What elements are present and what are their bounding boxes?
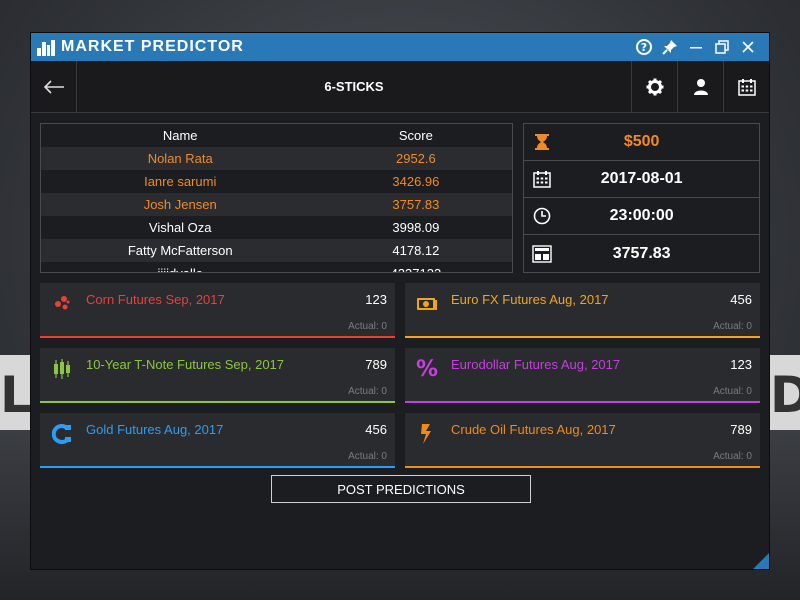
score-row: 3757.83 — [524, 235, 759, 272]
prediction-value[interactable]: 123 — [365, 292, 387, 307]
scoreboard-icon — [524, 244, 560, 263]
player-name: Josh Jensen — [143, 197, 217, 212]
percent-icon: % — [415, 356, 439, 382]
actual-value: Actual: 0 — [348, 321, 387, 332]
actual-value: Actual: 0 — [713, 321, 752, 332]
resize-grip[interactable] — [753, 553, 769, 569]
maximize-icon — [715, 40, 729, 54]
player-score: 3757.83 — [392, 197, 440, 212]
calendar-icon — [737, 78, 756, 96]
app-window: MARKET PREDICTOR ? 6-STICKS Name Score N… — [30, 32, 770, 570]
player-score: 3998.09 — [392, 220, 440, 235]
date-value: 2017-08-01 — [600, 170, 683, 187]
prediction-card-euro-fx[interactable]: Euro FX Futures Aug, 2017 456 Actual: 0 — [405, 283, 760, 338]
prediction-card-gold[interactable]: Gold Futures Aug, 2017 456 Actual: 0 — [40, 413, 395, 468]
prediction-value[interactable]: 123 — [730, 357, 752, 372]
profile-button[interactable] — [677, 61, 723, 112]
table-row[interactable]: Nolan Rata 2952.6 — [41, 147, 513, 170]
chart-logo-icon — [37, 38, 55, 56]
pin-icon — [662, 40, 677, 55]
trophy-icon — [524, 133, 560, 151]
date-row: 2017-08-01 — [524, 161, 759, 198]
pin-button[interactable] — [657, 33, 683, 61]
prediction-card-t-note[interactable]: 10-Year T-Note Futures Sep, 2017 789 Act… — [40, 348, 395, 403]
background-letter-right: D — [770, 366, 800, 424]
card-title: Crude Oil Futures Aug, 2017 — [451, 422, 616, 437]
close-icon — [742, 41, 754, 53]
user-icon — [693, 78, 708, 95]
player-name: Ianre sarumi — [144, 174, 217, 189]
background-letter-left: L — [0, 366, 32, 424]
prize-row: $500 — [524, 124, 759, 161]
post-predictions-button[interactable]: POST PREDICTIONS — [271, 475, 531, 503]
table-row[interactable]: Ianre sarumi 3426.96 — [41, 170, 512, 193]
player-score: 4178.12 — [392, 243, 440, 258]
actual-value: Actual: 0 — [713, 386, 752, 397]
oil-drop-icon — [415, 422, 439, 446]
table-row[interactable]: Vishal Oza 3998.09 — [41, 216, 512, 239]
page-title: 6-STICKS — [324, 79, 384, 94]
player-score: 3426.96 — [392, 174, 440, 189]
back-button[interactable] — [31, 61, 77, 112]
minimize-button[interactable] — [683, 33, 709, 61]
score-value: 3757.83 — [612, 244, 671, 262]
prediction-value[interactable]: 456 — [365, 422, 387, 437]
table-row[interactable]: Josh Jensen 3757.83 — [41, 193, 513, 216]
player-score: 4237133 — [319, 266, 512, 272]
prediction-card-eurodollar[interactable]: % Eurodollar Futures Aug, 2017 123 Actua… — [405, 348, 760, 403]
magnet-icon — [50, 422, 74, 446]
player-score: 2952.6 — [395, 151, 436, 166]
card-title: 10-Year T-Note Futures Sep, 2017 — [86, 357, 285, 372]
actual-value: Actual: 0 — [713, 451, 752, 462]
player-name: jiijdvalle — [41, 266, 319, 272]
back-arrow-icon — [43, 79, 64, 94]
stats-panel: $500 2017-08-01 23:00:00 3757.83 — [523, 123, 760, 273]
player-name: Fatty McFatterson — [127, 243, 233, 258]
card-title: Eurodollar Futures Aug, 2017 — [451, 357, 621, 372]
prediction-value[interactable]: 789 — [365, 357, 387, 372]
candlestick-icon — [50, 357, 74, 381]
cash-icon — [415, 292, 439, 316]
card-title: Corn Futures Sep, 2017 — [86, 292, 225, 307]
window-title: MARKET PREDICTOR — [61, 38, 244, 55]
card-title: Gold Futures Aug, 2017 — [86, 422, 224, 437]
player-name: Nolan Rata — [147, 151, 213, 166]
prediction-value[interactable]: 456 — [730, 292, 752, 307]
player-name: Vishal Oza — [148, 220, 212, 235]
actual-value: Actual: 0 — [348, 386, 387, 397]
clock-icon — [524, 207, 560, 225]
table-row[interactable]: Fatty McFatterson 4178.12 — [41, 239, 513, 262]
calendar-icon — [524, 170, 560, 188]
prediction-card-corn[interactable]: Corn Futures Sep, 2017 123 Actual: 0 — [40, 283, 395, 338]
gear-icon — [646, 78, 663, 95]
prediction-cards: Corn Futures Sep, 2017 123 Actual: 0 Eur… — [31, 273, 769, 468]
toolbar: 6-STICKS — [31, 61, 769, 113]
maximize-button[interactable] — [709, 33, 735, 61]
time-value: 23:00:00 — [609, 207, 674, 224]
table-row[interactable]: jiijdvalle 4237133 — [41, 262, 512, 272]
column-header-score: Score — [398, 128, 433, 143]
help-button[interactable]: ? — [631, 33, 657, 61]
help-icon: ? — [636, 39, 652, 55]
column-header-name: Name — [162, 128, 198, 143]
settings-button[interactable] — [631, 61, 677, 112]
close-button[interactable] — [735, 33, 761, 61]
time-row: 23:00:00 — [524, 198, 759, 235]
calendar-button[interactable] — [723, 61, 769, 112]
actual-value: Actual: 0 — [348, 451, 387, 462]
corn-icon — [50, 292, 74, 316]
card-title: Euro FX Futures Aug, 2017 — [451, 292, 609, 307]
minimize-icon — [690, 47, 702, 49]
prediction-value[interactable]: 789 — [730, 422, 752, 437]
prize-value: $500 — [623, 133, 660, 150]
titlebar[interactable]: MARKET PREDICTOR ? — [31, 33, 769, 61]
leaderboard-table[interactable]: Name Score Nolan Rata 2952.6 Ianre sarum… — [40, 123, 514, 273]
prediction-card-crude-oil[interactable]: Crude Oil Futures Aug, 2017 789 Actual: … — [405, 413, 760, 468]
leaderboard-header: Name Score — [41, 124, 512, 147]
